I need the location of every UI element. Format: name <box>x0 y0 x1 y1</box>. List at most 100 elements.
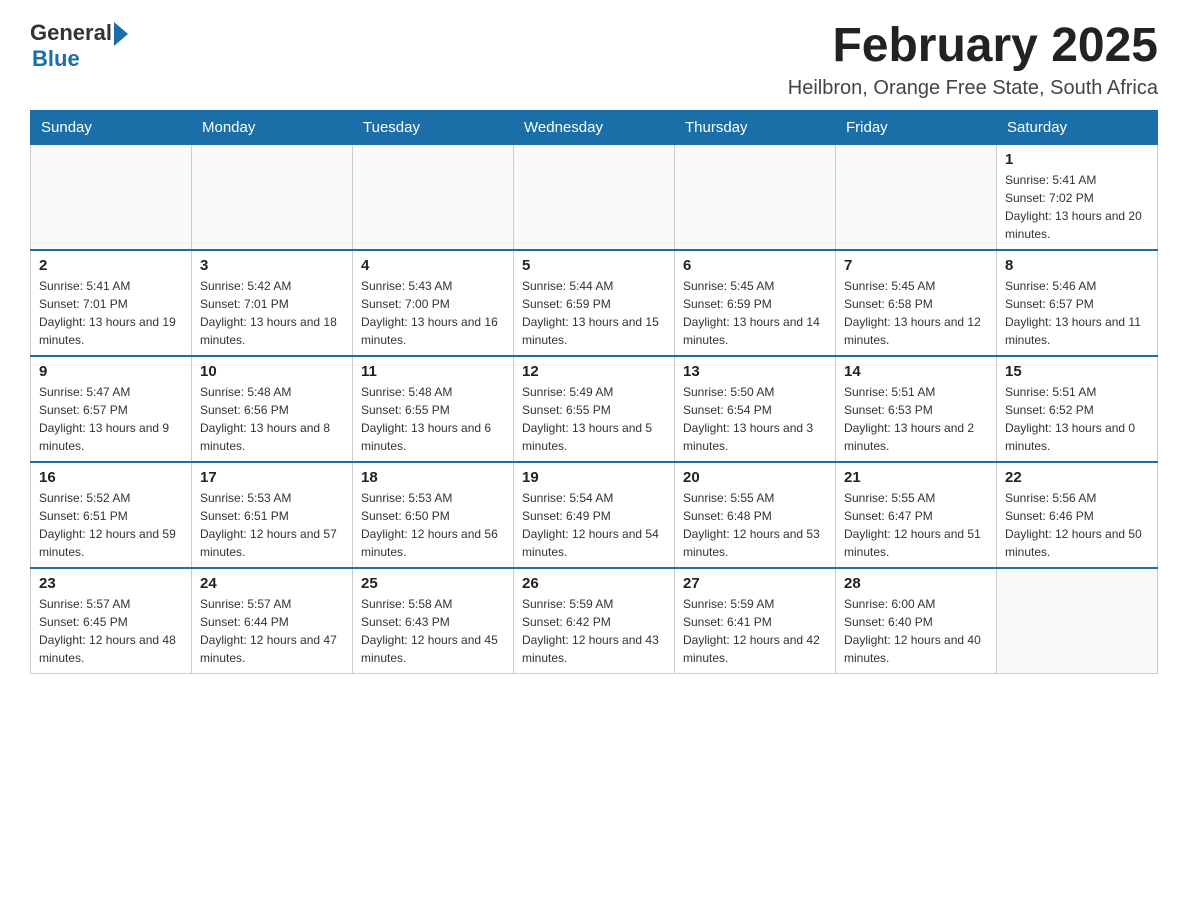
day-info: Sunrise: 5:51 AMSunset: 6:52 PMDaylight:… <box>1005 383 1149 455</box>
day-number: 21 <box>844 469 988 486</box>
day-number: 8 <box>1005 257 1149 274</box>
weekday-header: Monday <box>192 110 353 144</box>
calendar-day-cell: 16 Sunrise: 5:52 AMSunset: 6:51 PMDayligh… <box>31 462 192 568</box>
calendar-week-row: 2 Sunrise: 5:41 AMSunset: 7:01 PMDaylight… <box>31 250 1158 356</box>
calendar-day-cell: 23Sunrise: 5:57 AMSunset: 6:45 PMDayligh… <box>31 568 192 674</box>
day-number: 6 <box>683 257 827 274</box>
month-title: February 2025 <box>788 20 1158 73</box>
calendar-day-cell: 3 Sunrise: 5:42 AMSunset: 7:01 PMDaylight… <box>192 250 353 356</box>
day-info: Sunrise: 5:49 AMSunset: 6:55 PMDaylight:… <box>522 383 666 455</box>
calendar-day-cell <box>31 144 192 250</box>
calendar-week-row: 9 Sunrise: 5:47 AMSunset: 6:57 PMDaylight… <box>31 356 1158 462</box>
day-info: Sunrise: 5:43 AMSunset: 7:00 PMDaylight:… <box>361 277 505 349</box>
weekday-header: Saturday <box>997 110 1158 144</box>
day-info: Sunrise: 5:50 AMSunset: 6:54 PMDaylight:… <box>683 383 827 455</box>
calendar-week-row: 16 Sunrise: 5:52 AMSunset: 6:51 PMDayligh… <box>31 462 1158 568</box>
title-block: February 2025 Heilbron, Orange Free Stat… <box>788 20 1158 100</box>
day-number: 28 <box>844 575 988 592</box>
calendar-day-cell: 13 Sunrise: 5:50 AMSunset: 6:54 PMDayligh… <box>675 356 836 462</box>
day-number: 11 <box>361 363 505 380</box>
calendar-day-cell <box>675 144 836 250</box>
day-info: Sunrise: 5:41 AMSunset: 7:01 PMDaylight:… <box>39 277 183 349</box>
calendar-day-cell: 1Sunrise: 5:41 AMSunset: 7:02 PMDaylight… <box>997 144 1158 250</box>
logo-general-text: General <box>30 20 112 46</box>
day-number: 2 <box>39 257 183 274</box>
day-number: 18 <box>361 469 505 486</box>
calendar-day-cell: 11 Sunrise: 5:48 AMSunset: 6:55 PMDayligh… <box>353 356 514 462</box>
day-info: Sunrise: 5:54 AMSunset: 6:49 PMDaylight:… <box>522 489 666 561</box>
day-number: 13 <box>683 363 827 380</box>
day-info: Sunrise: 5:47 AMSunset: 6:57 PMDaylight:… <box>39 383 183 455</box>
calendar-day-cell: 6 Sunrise: 5:45 AMSunset: 6:59 PMDaylight… <box>675 250 836 356</box>
weekday-header: Wednesday <box>514 110 675 144</box>
day-info: Sunrise: 5:53 AMSunset: 6:50 PMDaylight:… <box>361 489 505 561</box>
day-number: 7 <box>844 257 988 274</box>
day-number: 3 <box>200 257 344 274</box>
calendar-day-cell <box>836 144 997 250</box>
weekday-header: Tuesday <box>353 110 514 144</box>
day-number: 14 <box>844 363 988 380</box>
day-number: 15 <box>1005 363 1149 380</box>
day-info: Sunrise: 5:58 AMSunset: 6:43 PMDaylight:… <box>361 595 505 667</box>
calendar-day-cell: 15 Sunrise: 5:51 AMSunset: 6:52 PMDayligh… <box>997 356 1158 462</box>
logo: General Blue <box>30 20 128 72</box>
weekday-header: Sunday <box>31 110 192 144</box>
day-info: Sunrise: 5:52 AMSunset: 6:51 PMDaylight:… <box>39 489 183 561</box>
logo-arrow-icon <box>114 22 128 46</box>
day-info: Sunrise: 5:56 AMSunset: 6:46 PMDaylight:… <box>1005 489 1149 561</box>
day-number: 20 <box>683 469 827 486</box>
day-info: Sunrise: 5:45 AMSunset: 6:59 PMDaylight:… <box>683 277 827 349</box>
calendar-day-cell: 8 Sunrise: 5:46 AMSunset: 6:57 PMDaylight… <box>997 250 1158 356</box>
calendar-day-cell: 7 Sunrise: 5:45 AMSunset: 6:58 PMDaylight… <box>836 250 997 356</box>
day-number: 23 <box>39 575 183 592</box>
calendar-day-cell: 4 Sunrise: 5:43 AMSunset: 7:00 PMDaylight… <box>353 250 514 356</box>
calendar-day-cell: 28 Sunrise: 6:00 AMSunset: 6:40 PMDayligh… <box>836 568 997 674</box>
day-number: 4 <box>361 257 505 274</box>
day-info: Sunrise: 5:48 AMSunset: 6:55 PMDaylight:… <box>361 383 505 455</box>
calendar-day-cell <box>192 144 353 250</box>
calendar-week-row: 23Sunrise: 5:57 AMSunset: 6:45 PMDayligh… <box>31 568 1158 674</box>
day-number: 24 <box>200 575 344 592</box>
weekday-header-row: SundayMondayTuesdayWednesdayThursdayFrid… <box>31 110 1158 144</box>
weekday-header: Thursday <box>675 110 836 144</box>
day-info: Sunrise: 5:55 AMSunset: 6:48 PMDaylight:… <box>683 489 827 561</box>
calendar-day-cell: 12 Sunrise: 5:49 AMSunset: 6:55 PMDayligh… <box>514 356 675 462</box>
day-info: Sunrise: 5:53 AMSunset: 6:51 PMDaylight:… <box>200 489 344 561</box>
day-info: Sunrise: 5:41 AMSunset: 7:02 PMDaylight:… <box>1005 171 1149 243</box>
calendar-day-cell <box>514 144 675 250</box>
calendar-day-cell <box>353 144 514 250</box>
calendar-day-cell: 21Sunrise: 5:55 AMSunset: 6:47 PMDayligh… <box>836 462 997 568</box>
day-number: 19 <box>522 469 666 486</box>
day-number: 16 <box>39 469 183 486</box>
day-info: Sunrise: 5:42 AMSunset: 7:01 PMDaylight:… <box>200 277 344 349</box>
day-number: 10 <box>200 363 344 380</box>
day-info: Sunrise: 5:57 AMSunset: 6:44 PMDaylight:… <box>200 595 344 667</box>
location-title: Heilbron, Orange Free State, South Afric… <box>788 77 1158 100</box>
day-number: 26 <box>522 575 666 592</box>
day-number: 27 <box>683 575 827 592</box>
day-number: 12 <box>522 363 666 380</box>
day-info: Sunrise: 5:48 AMSunset: 6:56 PMDaylight:… <box>200 383 344 455</box>
day-number: 17 <box>200 469 344 486</box>
calendar-day-cell: 17 Sunrise: 5:53 AMSunset: 6:51 PMDayligh… <box>192 462 353 568</box>
day-info: Sunrise: 5:46 AMSunset: 6:57 PMDaylight:… <box>1005 277 1149 349</box>
day-number: 5 <box>522 257 666 274</box>
weekday-header: Friday <box>836 110 997 144</box>
day-info: Sunrise: 5:44 AMSunset: 6:59 PMDaylight:… <box>522 277 666 349</box>
day-info: Sunrise: 5:45 AMSunset: 6:58 PMDaylight:… <box>844 277 988 349</box>
calendar-day-cell: 22 Sunrise: 5:56 AMSunset: 6:46 PMDayligh… <box>997 462 1158 568</box>
calendar-day-cell: 19 Sunrise: 5:54 AMSunset: 6:49 PMDayligh… <box>514 462 675 568</box>
calendar-day-cell: 27 Sunrise: 5:59 AMSunset: 6:41 PMDayligh… <box>675 568 836 674</box>
calendar-day-cell: 14Sunrise: 5:51 AMSunset: 6:53 PMDayligh… <box>836 356 997 462</box>
calendar-week-row: 1Sunrise: 5:41 AMSunset: 7:02 PMDaylight… <box>31 144 1158 250</box>
day-info: Sunrise: 5:59 AMSunset: 6:41 PMDaylight:… <box>683 595 827 667</box>
calendar-day-cell: 24 Sunrise: 5:57 AMSunset: 6:44 PMDayligh… <box>192 568 353 674</box>
calendar-day-cell: 10 Sunrise: 5:48 AMSunset: 6:56 PMDayligh… <box>192 356 353 462</box>
day-number: 22 <box>1005 469 1149 486</box>
calendar-day-cell: 5 Sunrise: 5:44 AMSunset: 6:59 PMDaylight… <box>514 250 675 356</box>
day-number: 9 <box>39 363 183 380</box>
calendar-day-cell: 20 Sunrise: 5:55 AMSunset: 6:48 PMDayligh… <box>675 462 836 568</box>
calendar-day-cell: 25 Sunrise: 5:58 AMSunset: 6:43 PMDayligh… <box>353 568 514 674</box>
day-number: 25 <box>361 575 505 592</box>
day-info: Sunrise: 6:00 AMSunset: 6:40 PMDaylight:… <box>844 595 988 667</box>
